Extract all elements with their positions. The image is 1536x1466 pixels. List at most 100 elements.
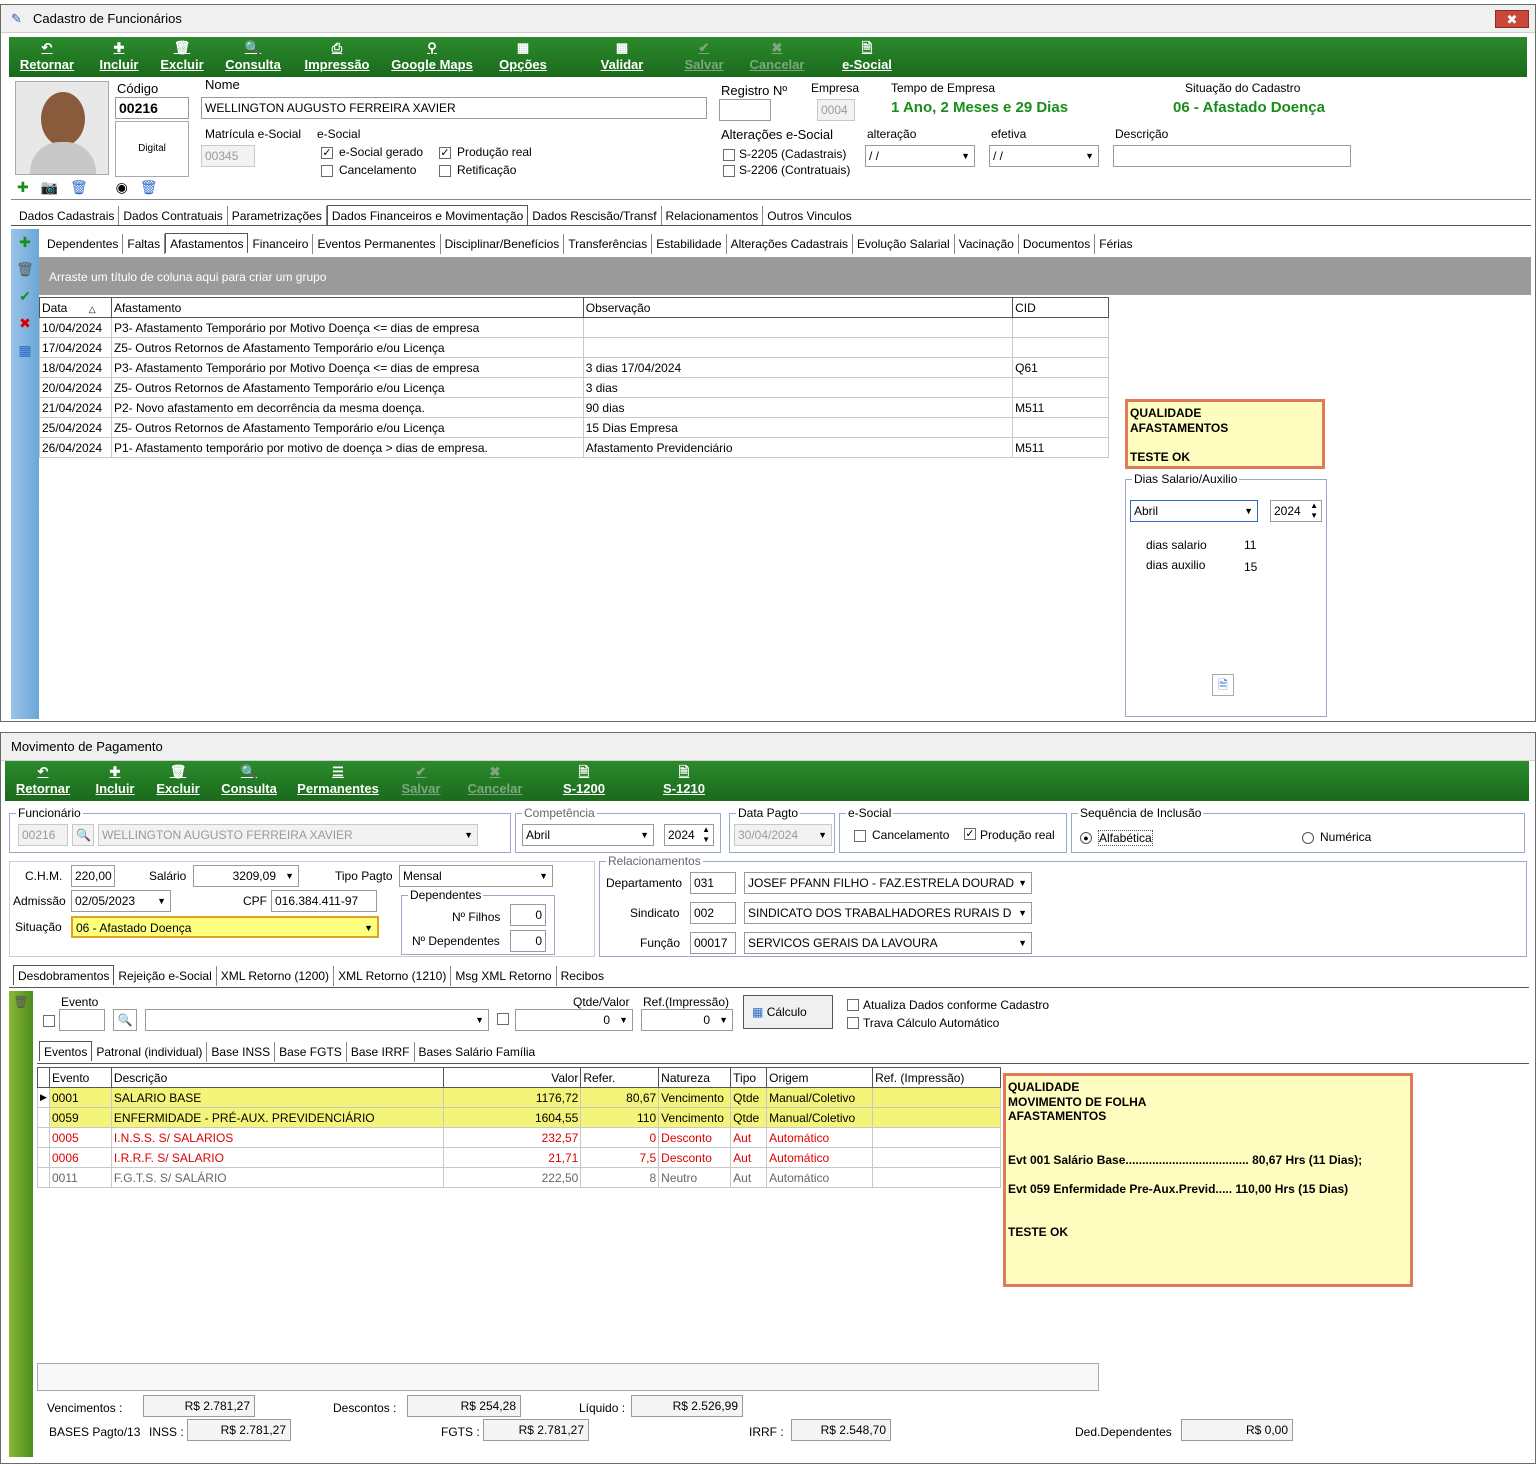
ano-spinner[interactable]: 2024 ▲ ▼ [1270, 500, 1322, 522]
tab-transferencias[interactable]: Transferências [564, 234, 653, 254]
table-row[interactable]: 0005 I.N.S.S. S/ SALARIOS 232,57 0 Desconto A… [37, 1127, 1001, 1148]
producao-checkbox[interactable]: ✓ [439, 147, 451, 159]
excluir-button[interactable]: 🗑 Excluir [159, 37, 205, 77]
delete-icon[interactable]: 🗑 [9, 995, 33, 1009]
depto-select[interactable]: JOSEF PFANN FILHO - FAZ.ESTRELA DOURAD [744, 872, 1032, 894]
col-cid[interactable]: CID [1012, 297, 1109, 318]
opcoes-button[interactable]: ▦ Opções [487, 37, 559, 77]
add-icon[interactable]: ✚ [11, 229, 39, 256]
tab-xml-1200[interactable]: XML Retorno (1200) [217, 966, 335, 986]
table-row[interactable]: 17/04/2024 Z5- Outros Retornos de Afastam… [39, 337, 1109, 358]
add-photo-icon[interactable]: ✚ [17, 179, 29, 195]
check-icon[interactable]: ✔ [11, 283, 39, 310]
table-row[interactable]: ▶ 0001 SALARIO BASE 1176,72 80,67 Vencimento Q… [37, 1087, 1001, 1108]
tab-parametrizacoes[interactable]: Parametrizações [228, 206, 327, 226]
ndep-field[interactable]: 0 [510, 930, 546, 952]
salario-field[interactable]: 3209,09 [193, 865, 299, 887]
nfilhos-field[interactable]: 0 [510, 904, 546, 926]
group-panel[interactable]: Arraste um título de coluna aqui para cr… [39, 257, 1531, 295]
incluir-button[interactable]: ✚ Incluir [97, 37, 141, 77]
empresa-field[interactable]: 0004 [817, 99, 855, 121]
tab-base-irrf[interactable]: Base IRRF [347, 1042, 415, 1062]
s1210-button[interactable]: 🗎 S-1210 [659, 761, 709, 801]
tab-vacinacao[interactable]: Vacinação [955, 234, 1019, 254]
tab-alteracoes-cadastrais[interactable]: Alterações Cadastrais [727, 234, 853, 254]
producao-checkbox-2[interactable]: ✓ [964, 828, 976, 840]
s2205-checkbox[interactable] [723, 149, 735, 161]
cancelar-button-2[interactable]: ✖ Cancelar [465, 761, 525, 801]
col-evento[interactable]: Evento [48, 1067, 112, 1088]
chm-field[interactable]: 220,00 [71, 865, 115, 887]
cancelamento-checkbox-2[interactable] [854, 830, 866, 842]
esocial-button[interactable]: 🗎 e-Social [835, 37, 899, 77]
cancel-icon[interactable]: ✖ [11, 310, 39, 337]
permanentes-button[interactable]: ☰ Permanentes [295, 761, 381, 801]
ref-field[interactable]: 0 [641, 1009, 733, 1031]
func-cod-field[interactable]: 00216 [18, 824, 68, 846]
comp-ano-spinner[interactable]: 2024 ▲ ▼ [664, 824, 714, 846]
validar-button[interactable]: ▦ Validar [597, 37, 647, 77]
col-refer[interactable]: Refer. [580, 1067, 660, 1088]
cancelar-button[interactable]: ✖ Cancelar [745, 37, 809, 77]
funcao-select[interactable]: SERVICOS GERAIS DA LAVOURA [744, 932, 1032, 954]
tab-base-fgts[interactable]: Base FGTS [275, 1042, 347, 1062]
tab-base-inss[interactable]: Base INSS [207, 1042, 276, 1062]
tab-estabilidade[interactable]: Estabilidade [652, 234, 727, 254]
evento-field[interactable] [59, 1009, 105, 1031]
incluir-button-2[interactable]: ✚ Incluir [93, 761, 137, 801]
col-data[interactable]: Data △ [39, 297, 112, 318]
tab-xml-1210[interactable]: XML Retorno (1210) [334, 966, 452, 986]
calc-days-button[interactable]: 🗎 [1212, 674, 1234, 696]
tab-dados-contratuais[interactable]: Dados Contratuais [119, 206, 228, 226]
codigo-field[interactable]: 00216 [115, 97, 189, 119]
tipopagto-select[interactable]: Mensal [399, 865, 553, 887]
col-descricao[interactable]: Descrição [110, 1067, 444, 1088]
descricao-field[interactable] [1113, 145, 1351, 167]
camera-icon[interactable]: 📷 [41, 179, 58, 195]
consulta-button[interactable]: 🔍 Consulta [223, 37, 283, 77]
atualiza-checkbox[interactable] [847, 999, 859, 1011]
nome-field[interactable]: WELLINGTON AUGUSTO FERREIRA XAVIER [201, 97, 707, 119]
col-origem[interactable]: Origem [766, 1067, 874, 1088]
excluir-button-2[interactable]: 🗑 Excluir [155, 761, 201, 801]
retornar-button-2[interactable]: ↶ Retornar [13, 761, 73, 801]
tab-rejeicao[interactable]: Rejeição e-Social [114, 966, 217, 986]
tab-ferias[interactable]: Férias [1095, 234, 1136, 254]
cancelamento-checkbox[interactable] [321, 165, 333, 177]
esocial-gerado-checkbox[interactable]: ✓ [321, 147, 333, 159]
tab-bases-salario-familia[interactable]: Bases Salário Família [415, 1042, 540, 1062]
salvar-button[interactable]: ✔ Salvar [679, 37, 729, 77]
tab-financeiro[interactable]: Financeiro [248, 234, 314, 254]
efetiva-date[interactable]: / / [989, 145, 1099, 167]
calculo-button[interactable]: ▦ Cálculo [743, 995, 833, 1029]
tab-outros-vinculos[interactable]: Outros Vinculos [763, 206, 856, 226]
registro-field[interactable] [719, 99, 771, 121]
table-row[interactable]: 0006 I.R.R.F. S/ SALARIO 21,71 7,5 Desconto A… [37, 1147, 1001, 1168]
grid-icon[interactable]: ▦ [11, 337, 39, 364]
func-search-button[interactable]: 🔍 [72, 824, 94, 846]
impressao-button[interactable]: ⎙ Impressão [301, 37, 373, 77]
table-row[interactable]: 18/04/2024 P3- Afastamento Temporário por… [39, 357, 1109, 378]
table-row[interactable]: 10/04/2024 P3- Afastamento Temporário por… [39, 317, 1109, 338]
retornar-button[interactable]: ↶ Retornar [17, 37, 77, 77]
evento-checkbox[interactable] [43, 1015, 55, 1027]
tab-dados-cadastrais[interactable]: Dados Cadastrais [15, 206, 120, 226]
s1200-button[interactable]: 🗎 S-1200 [559, 761, 609, 801]
delete-icon[interactable]: 🗑 [11, 256, 39, 283]
tab-desdobramentos[interactable]: Desdobramentos [13, 965, 115, 985]
retificacao-checkbox[interactable] [439, 165, 451, 177]
tab-dependentes[interactable]: Dependentes [43, 234, 124, 254]
tab-eventos[interactable]: Eventos [39, 1041, 93, 1061]
tab-msg-xml[interactable]: Msg XML Retorno [451, 966, 557, 986]
evento-search-button[interactable]: 🔍 [113, 1009, 137, 1031]
table-row[interactable]: 21/04/2024 P2- Novo afastamento em decorr… [39, 397, 1109, 418]
consulta-button-2[interactable]: 🔍 Consulta [219, 761, 279, 801]
comp-mes-select[interactable]: Abril [522, 824, 654, 846]
table-row[interactable]: 0011 F.G.T.S. S/ SALÁRIO 222,50 8 Neutro Aut A… [37, 1167, 1001, 1188]
close-button[interactable]: ✖ [1495, 10, 1529, 28]
tab-eventos-permanentes[interactable]: Eventos Permanentes [313, 234, 441, 254]
col-ref-impressao[interactable]: Ref. (Impressão) [872, 1067, 1001, 1088]
admissao-date[interactable]: 02/05/2023 [71, 890, 171, 912]
tab-faltas[interactable]: Faltas [123, 234, 166, 254]
salvar-button-2[interactable]: ✔ Salvar [397, 761, 445, 801]
